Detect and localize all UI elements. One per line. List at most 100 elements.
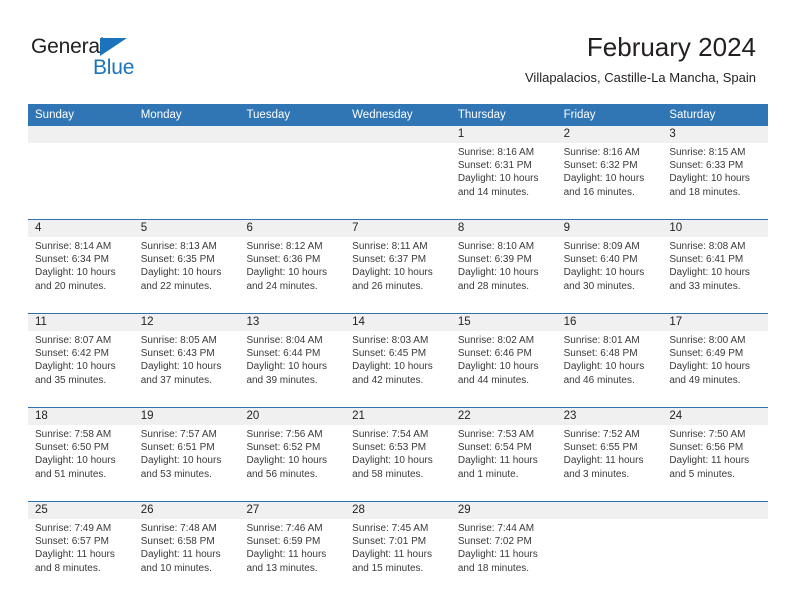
day-cell[interactable]: Sunrise: 7:54 AM Sunset: 6:53 PM Daylight:… xyxy=(345,425,451,501)
day-number[interactable]: 12 xyxy=(134,314,240,331)
day-detail-line: Daylight: 11 hours xyxy=(457,549,538,561)
day-number[interactable]: 10 xyxy=(662,220,768,237)
day-detail-line: Daylight: 10 hours xyxy=(35,267,116,279)
day-cell[interactable]: Sunrise: 8:00 AM Sunset: 6:49 PM Daylight:… xyxy=(662,331,768,407)
day-number[interactable]: 20 xyxy=(239,408,345,425)
day-detail-line: and 15 minutes. xyxy=(352,562,424,574)
day-number[interactable]: 4 xyxy=(28,220,134,237)
day-number[interactable]: 16 xyxy=(557,314,663,331)
day-cell[interactable]: Sunrise: 7:57 AM Sunset: 6:51 PM Daylight:… xyxy=(134,425,240,501)
day-cell[interactable]: Sunrise: 7:58 AM Sunset: 6:50 PM Daylight:… xyxy=(28,425,134,501)
day-cell[interactable]: Sunrise: 7:46 AM Sunset: 6:59 PM Daylight:… xyxy=(239,519,345,595)
day-cell-empty xyxy=(28,143,134,219)
day-cell[interactable]: Sunrise: 8:02 AM Sunset: 6:46 PM Daylight:… xyxy=(451,331,557,407)
day-number[interactable]: 27 xyxy=(239,502,345,519)
day-cell[interactable]: Sunrise: 7:50 AM Sunset: 6:56 PM Daylight:… xyxy=(662,425,768,501)
day-number[interactable]: 28 xyxy=(345,502,451,519)
day-number[interactable]: 3 xyxy=(662,126,768,143)
week-date-strip: 4 5 6 7 8 9 10 xyxy=(28,220,768,237)
day-number[interactable]: 18 xyxy=(28,408,134,425)
day-detail-line: Sunrise: 7:49 AM xyxy=(35,523,112,534)
day-number[interactable]: 22 xyxy=(451,408,557,425)
day-number[interactable]: 8 xyxy=(451,220,557,237)
day-detail-line: Daylight: 10 hours xyxy=(352,267,433,279)
day-cell[interactable]: Sunrise: 8:01 AM Sunset: 6:48 PM Daylight:… xyxy=(557,331,663,407)
day-detail-line: and 51 minutes. xyxy=(35,468,107,480)
day-number[interactable]: 15 xyxy=(451,314,557,331)
day-detail-line: and 26 minutes. xyxy=(352,280,424,292)
day-number[interactable]: 21 xyxy=(345,408,451,425)
day-cell[interactable]: Sunrise: 7:53 AM Sunset: 6:54 PM Daylight:… xyxy=(451,425,557,501)
day-number[interactable]: 23 xyxy=(557,408,663,425)
weekday-header-friday: Friday xyxy=(563,109,596,121)
day-detail-line: Daylight: 10 hours xyxy=(457,361,539,373)
day-cell[interactable]: Sunrise: 8:13 AM Sunset: 6:35 PM Daylight:… xyxy=(134,237,240,313)
day-detail-line: Sunset: 6:55 PM xyxy=(563,442,638,454)
day-cell[interactable]: Sunrise: 8:16 AM Sunset: 6:31 PM Daylight:… xyxy=(451,143,557,219)
week-detail-strip: Sunrise: 7:58 AM Sunset: 6:50 PM Daylight:… xyxy=(28,425,768,501)
day-detail-line: Sunset: 6:31 PM xyxy=(457,160,532,172)
calendar-week-row: 11 12 13 14 15 16 17 Sunrise: 8:07 AM Sunset: 6:… xyxy=(28,313,768,407)
day-number-empty xyxy=(134,126,240,143)
day-number[interactable]: 2 xyxy=(557,126,663,143)
day-number[interactable]: 17 xyxy=(662,314,768,331)
weekday-header-tuesday: Tuesday xyxy=(246,109,291,121)
day-detail-line: and 3 minutes. xyxy=(563,468,630,480)
day-cell[interactable]: Sunrise: 7:48 AM Sunset: 6:58 PM Daylight:… xyxy=(134,519,240,595)
day-detail-line: Daylight: 10 hours xyxy=(35,361,116,373)
day-number[interactable]: 1 xyxy=(451,126,557,143)
weekday-header-thursday: Thursday xyxy=(457,109,506,121)
day-cell[interactable]: Sunrise: 8:15 AM Sunset: 6:33 PM Daylight:… xyxy=(662,143,768,219)
day-cell[interactable]: Sunrise: 8:14 AM Sunset: 6:34 PM Daylight:… xyxy=(28,237,134,313)
day-number[interactable]: 25 xyxy=(28,502,134,519)
day-detail-line: and 58 minutes. xyxy=(352,468,424,480)
day-number[interactable]: 6 xyxy=(239,220,345,237)
day-number[interactable]: 14 xyxy=(345,314,451,331)
day-detail-line: Sunrise: 7:48 AM xyxy=(140,523,217,534)
day-detail-line: Daylight: 10 hours xyxy=(457,267,539,279)
day-detail-line: Sunrise: 8:04 AM xyxy=(246,335,323,346)
generalblue-logo[interactable]: General Blue xyxy=(31,36,151,84)
day-number[interactable]: 26 xyxy=(134,502,240,519)
calendar-week-row: 25 26 27 28 29 Sunrise: 7:49 AM Sunset: 6:57 P… xyxy=(28,501,768,595)
day-detail-line: Sunset: 6:33 PM xyxy=(669,160,744,172)
day-cell[interactable]: Sunrise: 8:11 AM Sunset: 6:37 PM Daylight:… xyxy=(345,237,451,313)
day-number[interactable]: 19 xyxy=(134,408,240,425)
day-number[interactable]: 5 xyxy=(134,220,240,237)
day-detail-line: Sunrise: 8:15 AM xyxy=(669,147,746,158)
day-number[interactable]: 24 xyxy=(662,408,768,425)
day-detail-line: and 37 minutes. xyxy=(140,374,212,386)
day-detail-line: Sunset: 6:50 PM xyxy=(35,442,109,454)
day-number[interactable]: 13 xyxy=(239,314,345,331)
day-number[interactable]: 29 xyxy=(451,502,557,519)
day-detail-line: and 53 minutes. xyxy=(140,468,212,480)
day-detail-line: Sunset: 6:40 PM xyxy=(563,254,638,266)
day-detail-line: Sunrise: 8:00 AM xyxy=(669,335,746,346)
day-number-empty xyxy=(239,126,345,143)
day-detail-line: Daylight: 10 hours xyxy=(563,267,645,279)
day-detail-line: Sunset: 6:59 PM xyxy=(246,536,321,548)
day-cell[interactable]: Sunrise: 7:49 AM Sunset: 6:57 PM Daylight:… xyxy=(28,519,134,595)
day-number[interactable]: 9 xyxy=(557,220,663,237)
day-cell[interactable]: Sunrise: 8:10 AM Sunset: 6:39 PM Daylight:… xyxy=(451,237,557,313)
day-cell[interactable]: Sunrise: 7:45 AM Sunset: 7:01 PM Daylight:… xyxy=(345,519,451,595)
week-date-strip: 18 19 20 21 22 23 24 xyxy=(28,408,768,425)
day-detail-line: Sunset: 6:46 PM xyxy=(457,348,532,360)
day-number[interactable]: 11 xyxy=(28,314,134,331)
day-cell[interactable]: Sunrise: 8:08 AM Sunset: 6:41 PM Daylight:… xyxy=(662,237,768,313)
day-cell[interactable]: Sunrise: 7:52 AM Sunset: 6:55 PM Daylight:… xyxy=(557,425,663,501)
day-cell[interactable]: Sunrise: 7:44 AM Sunset: 7:02 PM Daylight:… xyxy=(451,519,557,595)
day-cell[interactable]: Sunrise: 8:07 AM Sunset: 6:42 PM Daylight:… xyxy=(28,331,134,407)
day-detail-line: Sunset: 6:58 PM xyxy=(140,536,215,548)
day-cell[interactable]: Sunrise: 8:05 AM Sunset: 6:43 PM Daylight:… xyxy=(134,331,240,407)
day-cell[interactable]: Sunrise: 8:09 AM Sunset: 6:40 PM Daylight:… xyxy=(557,237,663,313)
day-cell[interactable]: Sunrise: 8:12 AM Sunset: 6:36 PM Daylight:… xyxy=(239,237,345,313)
day-cell[interactable]: Sunrise: 8:03 AM Sunset: 6:45 PM Daylight:… xyxy=(345,331,451,407)
day-number[interactable]: 7 xyxy=(345,220,451,237)
day-cell[interactable]: Sunrise: 8:04 AM Sunset: 6:44 PM Daylight:… xyxy=(239,331,345,407)
day-detail-line: Sunset: 6:45 PM xyxy=(352,348,427,360)
day-cell[interactable]: Sunrise: 7:56 AM Sunset: 6:52 PM Daylight:… xyxy=(239,425,345,501)
week-detail-strip: Sunrise: 7:49 AM Sunset: 6:57 PM Daylight:… xyxy=(28,519,768,595)
day-cell[interactable]: Sunrise: 8:16 AM Sunset: 6:32 PM Daylight:… xyxy=(557,143,663,219)
day-detail-line: and 5 minutes. xyxy=(669,468,735,480)
